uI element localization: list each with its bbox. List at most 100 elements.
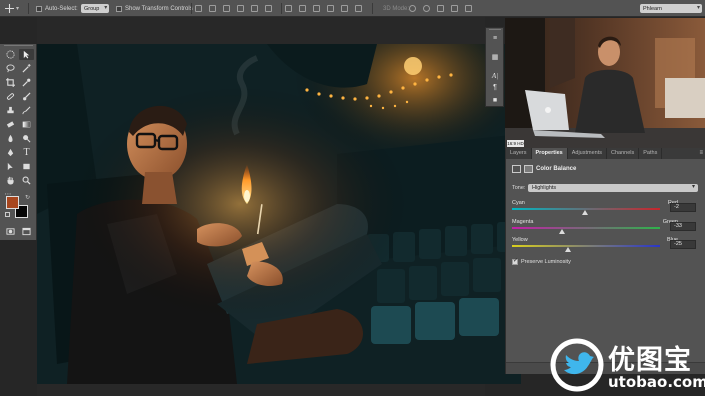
lasso-tool[interactable]: [3, 63, 18, 74]
healing-brush-tool[interactable]: [3, 91, 18, 102]
slider-thumb[interactable]: [558, 229, 565, 234]
auto-select-dropdown[interactable]: Group: [81, 4, 110, 13]
slider-track[interactable]: [512, 227, 660, 229]
watermark: 优图宝 utobao.com: [548, 334, 705, 396]
default-colors-icon[interactable]: [5, 212, 10, 217]
align-buttons: [195, 4, 272, 13]
brush-icon: [23, 92, 31, 101]
blur-tool[interactable]: [3, 133, 18, 144]
yellow-blue-slider: Yellow Blue -25: [512, 237, 698, 259]
slider-thumb[interactable]: [581, 210, 588, 215]
magic-wand-icon: [22, 64, 31, 73]
scale-3d-icon[interactable]: [465, 5, 472, 12]
preserve-luminosity-option[interactable]: Preserve Luminosity: [512, 257, 571, 265]
crop-tool[interactable]: [3, 77, 18, 88]
auto-select-option[interactable]: Auto-Select:: [36, 4, 78, 13]
3d-mode-buttons: [409, 4, 472, 13]
lasso-icon: [6, 64, 15, 73]
mode-3d-label: 3D Mode:: [383, 5, 410, 12]
foreground-color-swatch[interactable]: [6, 196, 19, 209]
eyedropper-tool[interactable]: [19, 77, 34, 88]
dodge-tool[interactable]: [19, 133, 34, 144]
adjustment-title: Color Balance: [536, 166, 577, 172]
tools-panel: T ⋯ ↻: [0, 44, 37, 240]
hand-tool[interactable]: [3, 175, 18, 186]
preserve-luminosity-checkbox[interactable]: [512, 257, 518, 265]
align-right-icon[interactable]: [265, 5, 272, 12]
tone-dropdown[interactable]: Highlights: [528, 183, 698, 192]
distribute-top-icon[interactable]: [285, 5, 292, 12]
shape-tool[interactable]: [19, 161, 34, 172]
pen-tool[interactable]: [3, 147, 18, 158]
distribute-hcenter-icon[interactable]: [341, 5, 348, 12]
tab-properties[interactable]: Properties: [531, 148, 568, 159]
swatches-icon[interactable]: ■: [490, 96, 500, 105]
adjust-sliders-icon[interactable]: ≡: [490, 34, 500, 43]
video-format-label: 16:9 HD: [507, 140, 524, 147]
tab-channels[interactable]: Channels: [607, 148, 640, 159]
panel-tabs: Layers Properties Adjustments Channels P…: [506, 148, 705, 159]
history-brush-icon: [22, 106, 31, 115]
slider-value-field[interactable]: -2: [670, 203, 696, 212]
slide-3d-icon[interactable]: [451, 5, 458, 12]
align-top-icon[interactable]: [195, 5, 202, 12]
distribute-bottom-icon[interactable]: [313, 5, 320, 12]
slider-left-label: Cyan: [512, 200, 525, 206]
clone-stamp-tool[interactable]: [3, 105, 18, 116]
roll-3d-icon[interactable]: [423, 5, 430, 12]
distribute-left-icon[interactable]: [327, 5, 334, 12]
slider-value-field[interactable]: -25: [670, 240, 696, 249]
document-photo[interactable]: [37, 44, 521, 384]
eraser-tool[interactable]: [3, 119, 18, 130]
tab-adjustments[interactable]: Adjustments: [568, 148, 607, 159]
show-transform-option[interactable]: Show Transform Controls: [116, 4, 193, 13]
brush-tool[interactable]: [19, 91, 34, 102]
magic-wand-tool[interactable]: [19, 63, 34, 74]
slider-thumb[interactable]: [564, 247, 571, 252]
watermark-url: utobao.com: [608, 373, 705, 391]
marquee-tool[interactable]: [3, 49, 18, 60]
move-icon: [23, 50, 30, 59]
move-tool-preset[interactable]: ▾: [5, 4, 19, 13]
history-brush-tool[interactable]: [19, 105, 34, 116]
paragraph-panel-icon[interactable]: ¶: [490, 83, 500, 92]
slider-value-field[interactable]: -33: [670, 222, 696, 231]
divider: [28, 3, 29, 14]
workspace-dropdown[interactable]: Phlearn: [640, 4, 702, 13]
pen-icon: [7, 148, 14, 157]
eyedropper-icon: [22, 78, 31, 87]
divider: [191, 3, 192, 14]
tab-paths[interactable]: Paths: [639, 148, 663, 159]
align-left-icon[interactable]: [237, 5, 244, 12]
layer-mask-icon[interactable]: [524, 165, 533, 173]
orbit-3d-icon[interactable]: [409, 5, 416, 12]
type-tool[interactable]: T: [19, 147, 34, 158]
auto-select-checkbox[interactable]: [36, 5, 42, 12]
gradient-tool[interactable]: [19, 119, 34, 130]
crop-icon: [6, 78, 15, 87]
distribute-vcenter-icon[interactable]: [299, 5, 306, 12]
eraser-icon: [6, 121, 15, 128]
panel-menu-icon[interactable]: ≡: [699, 150, 703, 156]
adjustment-header: Color Balance: [512, 164, 576, 174]
align-hcenter-icon[interactable]: [251, 5, 258, 12]
screen-mode-button[interactable]: [19, 226, 34, 237]
path-selection-tool[interactable]: [3, 161, 18, 172]
character-panel-icon[interactable]: A|: [490, 72, 500, 81]
hand-icon: [7, 176, 14, 185]
distribute-right-icon[interactable]: [355, 5, 362, 12]
move-tool[interactable]: [19, 49, 34, 60]
pan-3d-icon[interactable]: [437, 5, 444, 12]
tab-layers[interactable]: Layers: [506, 148, 532, 159]
slider-track[interactable]: [512, 245, 660, 247]
move-icon: [5, 4, 14, 13]
histogram-icon[interactable]: ▦: [490, 53, 500, 62]
options-bar: ▾ Auto-Select: Group Show Transform Cont…: [0, 0, 705, 17]
align-vcenter-icon[interactable]: [209, 5, 216, 12]
swap-colors-icon[interactable]: ↻: [25, 194, 30, 201]
quick-mask-button[interactable]: [3, 226, 18, 237]
show-transform-checkbox[interactable]: [116, 5, 122, 12]
align-bottom-icon[interactable]: [223, 5, 230, 12]
zoom-tool[interactable]: [19, 175, 34, 186]
collapsed-panel-strip: ≡ ▦ A| ¶ ■: [485, 27, 504, 107]
